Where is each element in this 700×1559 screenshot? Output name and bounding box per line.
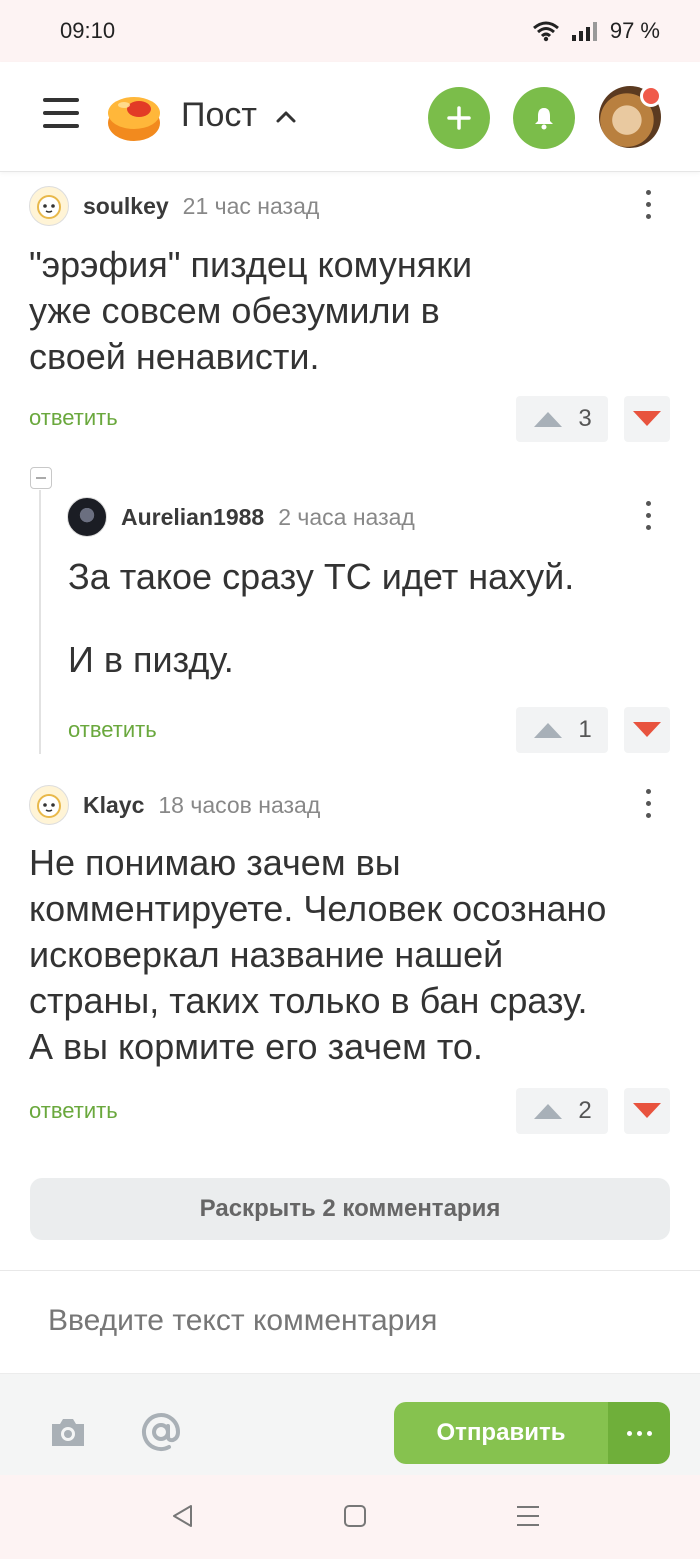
downvote-button[interactable] <box>624 1088 670 1134</box>
back-nav-icon[interactable] <box>170 1503 196 1529</box>
divider <box>0 1270 700 1271</box>
signal-icon <box>571 22 597 41</box>
downvote-icon <box>633 411 661 426</box>
upvote-icon <box>534 1104 563 1119</box>
comment-author[interactable]: soulkey <box>83 193 169 220</box>
avatar[interactable] <box>29 785 69 825</box>
upvote-button[interactable]: 3 <box>516 396 608 442</box>
plus-icon <box>447 106 471 130</box>
comment-line: своей ненависти. <box>29 336 320 377</box>
upvote-icon <box>534 412 563 427</box>
comment-text: За такое сразу ТС идет нахуй. И в пизду. <box>68 554 574 683</box>
upvote-button[interactable]: 2 <box>516 1088 608 1134</box>
upvote-icon <box>534 723 563 738</box>
comment-line: уже совсем обезумили в <box>29 290 440 331</box>
comment-line: исковеркал название нашей <box>29 934 504 975</box>
reply-link[interactable]: ответить <box>29 405 118 431</box>
comment-author[interactable]: Aurelian1988 <box>121 504 264 531</box>
comment-text: Не понимаю зачем вы комментируете. Челов… <box>29 840 606 1070</box>
comment-input[interactable] <box>48 1300 668 1342</box>
comment-line: А вы кормите его зачем то. <box>29 1026 483 1067</box>
battery-level: 97 % <box>609 18 660 43</box>
status-bar: 09:10 97 % <box>0 0 700 62</box>
kebab-icon[interactable] <box>643 789 653 823</box>
vote-count: 1 <box>578 716 592 743</box>
chevron-up-icon[interactable] <box>274 106 298 126</box>
more-icon[interactable] <box>608 1402 670 1464</box>
comment-line: страны, таких только в бан сразу. <box>29 980 588 1021</box>
home-nav-icon[interactable] <box>343 1504 367 1528</box>
wifi-icon <box>532 21 559 42</box>
comment-line: И в пизду. <box>68 639 234 680</box>
avatar[interactable] <box>67 497 107 537</box>
pikabu-logo[interactable] <box>106 89 162 145</box>
comment-author[interactable]: Klayc <box>83 792 144 819</box>
menu-icon[interactable] <box>43 98 79 134</box>
camera-icon[interactable] <box>49 1416 87 1448</box>
comment-time[interactable]: 2 часа назад <box>278 504 415 531</box>
app-header: Пост <box>0 62 700 172</box>
comment-header: Aurelian1988 2 часа назад <box>67 497 415 537</box>
vote-count: 3 <box>578 405 592 432</box>
upvote-button[interactable]: 1 <box>516 707 608 753</box>
kebab-icon[interactable] <box>643 190 653 224</box>
reply-link[interactable]: ответить <box>68 717 157 743</box>
notification-dot <box>640 85 662 107</box>
vote-count: 2 <box>578 1097 592 1124</box>
downvote-button[interactable] <box>624 396 670 442</box>
system-nav-bar <box>0 1475 700 1559</box>
avatar[interactable] <box>29 186 69 226</box>
downvote-button[interactable] <box>624 707 670 753</box>
page-title[interactable]: Пост <box>181 96 257 135</box>
add-post-button[interactable] <box>428 87 490 149</box>
comment-line: "эрэфия" пиздец комуняки <box>29 244 473 285</box>
notifications-button[interactable] <box>513 87 575 149</box>
comment-line: За такое сразу ТС идет нахуй. <box>68 556 575 597</box>
comment-time[interactable]: 18 часов назад <box>158 792 320 819</box>
at-icon[interactable] <box>141 1412 181 1452</box>
comment-time[interactable]: 21 час назад <box>183 193 320 220</box>
comment-text: "эрэфия" пиздец комуняки уже совсем обез… <box>29 242 472 380</box>
kebab-icon[interactable] <box>643 501 653 535</box>
downvote-icon <box>633 1103 661 1118</box>
status-time: 09:10 <box>60 18 116 43</box>
comment-line: Не понимаю зачем вы <box>29 842 401 883</box>
recents-nav-icon[interactable] <box>515 1504 541 1528</box>
comment-blank-line <box>68 600 574 637</box>
comment-header: soulkey 21 час назад <box>29 186 319 226</box>
send-button[interactable]: Отправить <box>394 1402 608 1464</box>
bell-icon <box>535 108 553 130</box>
reply-link[interactable]: ответить <box>29 1098 118 1124</box>
expand-comments-button[interactable]: Раскрыть 2 комментария <box>30 1178 670 1240</box>
collapse-thread-button[interactable] <box>30 467 52 489</box>
thread-line <box>39 490 41 754</box>
comment-header: Klayc 18 часов назад <box>29 785 320 825</box>
comment-line: комментируете. Человек осознано <box>29 888 607 929</box>
downvote-icon <box>633 722 661 737</box>
